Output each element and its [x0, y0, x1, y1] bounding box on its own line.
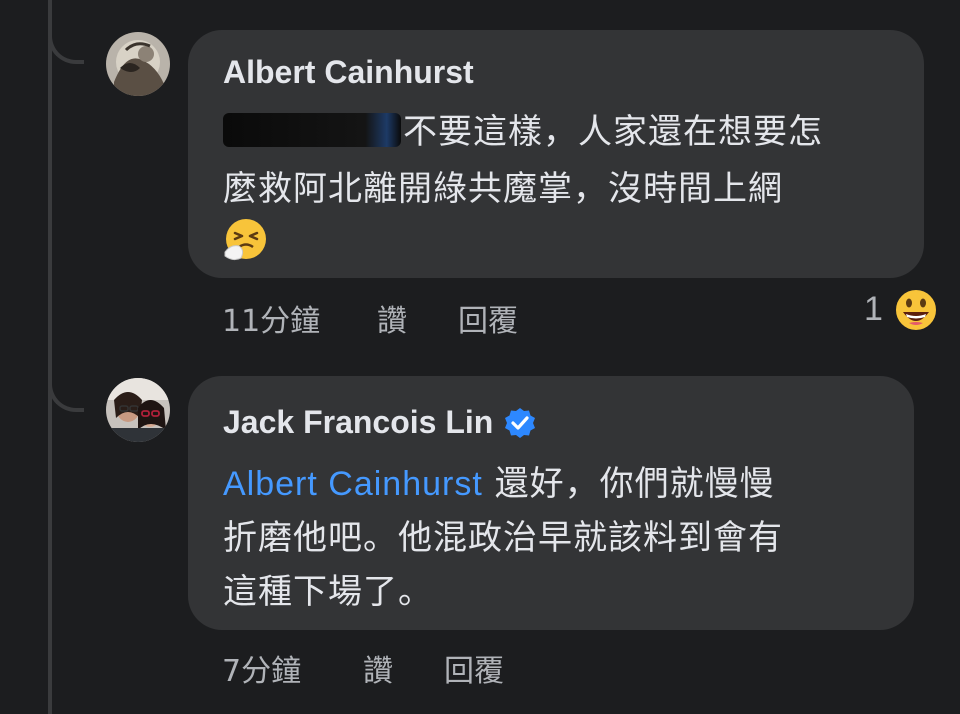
- comment-bubble: Albert Cainhurst 不要這樣，人家還在想要怎 麼救阿北離開綠共魔掌…: [188, 30, 924, 278]
- comment-actions: 7分鐘 讚 回覆: [222, 646, 542, 689]
- comment-bubble: Jack Francois Lin Albert Cainhurst 還好，你們…: [188, 376, 914, 630]
- reply-button[interactable]: 回覆: [458, 296, 518, 340]
- comment-author[interactable]: Jack Francois Lin: [223, 404, 537, 441]
- comment-thread: Albert Cainhurst 不要這樣，人家還在想要怎 麼救阿北離開綠共魔掌…: [0, 0, 960, 714]
- comment-text-line: 不要這樣，人家還在想要怎: [223, 104, 823, 153]
- comment-actions: 11分鐘 讚 回覆: [222, 296, 542, 339]
- redacted-mention: [223, 113, 401, 147]
- comment-text-line: 麼救阿北離開綠共魔掌，沒時間上網: [223, 169, 783, 209]
- comment-text-line: 折磨他吧。他混政治早就該料到會有: [223, 518, 783, 558]
- reaction-count[interactable]: 1: [864, 290, 883, 329]
- reply-button[interactable]: 回覆: [444, 646, 504, 690]
- comment-text-line: 這種下場了。: [223, 572, 433, 612]
- like-button[interactable]: 讚: [377, 296, 407, 340]
- comment-text-line: Albert Cainhurst 還好，你們就慢慢: [223, 464, 775, 504]
- like-button[interactable]: 讚: [363, 646, 393, 690]
- thread-connector: [48, 30, 84, 64]
- avatar[interactable]: [106, 378, 170, 442]
- comment-timestamp: 7分鐘: [222, 654, 302, 689]
- thread-connector: [48, 378, 84, 412]
- grinning-face-icon[interactable]: [892, 286, 940, 334]
- comment-timestamp: 11分鐘: [222, 304, 321, 339]
- mention-link[interactable]: Albert Cainhurst: [223, 465, 483, 503]
- verified-badge-icon: [503, 406, 537, 440]
- comment-author[interactable]: Albert Cainhurst: [223, 54, 474, 91]
- sneezing-face-icon: [223, 216, 269, 262]
- thread-line: [48, 0, 52, 714]
- avatar[interactable]: [106, 32, 170, 96]
